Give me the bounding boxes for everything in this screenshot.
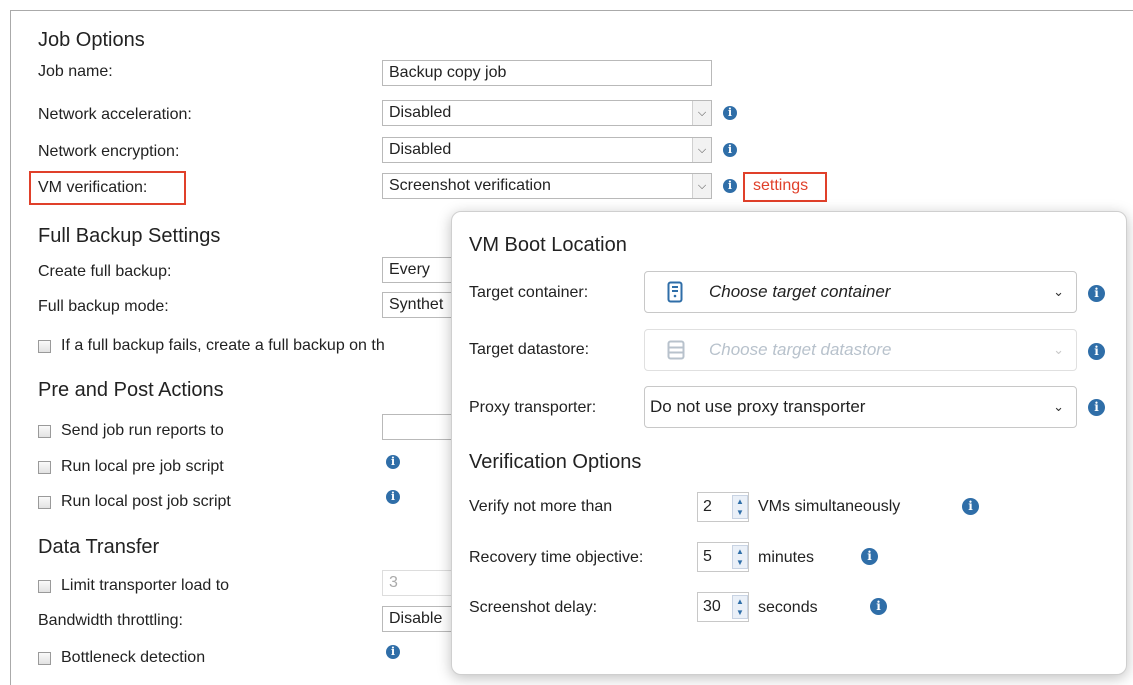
info-icon[interactable]: i [386,455,400,469]
vm-verification-value: Screenshot verification [389,177,551,194]
job-name-label: Job name: [38,63,113,80]
info-icon[interactable]: i [1088,343,1105,360]
chevron-down-icon: ⌵ [692,174,711,198]
vm-verification-select[interactable]: Screenshot verification ⌵ [382,173,712,199]
create-full-backup-label: Create full backup: [38,263,172,280]
proxy-transporter-select[interactable]: Do not use proxy transporter ⌄ [644,386,1077,428]
stepper-arrows-icon[interactable]: ▲ ▼ [732,595,748,619]
full-backup-fail-checkbox[interactable] [38,340,51,353]
full-backup-fail-label: If a full backup fails, create a full ba… [61,337,385,354]
rto-label: Recovery time objective: [469,549,644,566]
target-datastore-select[interactable]: Choose target datastore ⌄ [644,329,1077,371]
network-encryption-label: Network encryption: [38,143,180,160]
limit-load-checkbox[interactable] [38,580,51,593]
info-icon[interactable]: i [861,548,878,565]
screenshot-delay-value: 30 [703,598,721,615]
limit-load-input[interactable]: 3 [382,570,452,596]
verify-count-stepper[interactable]: 2 ▲ ▼ [697,492,749,522]
screenshot-delay-unit: seconds [758,599,818,616]
target-container-label: Target container: [469,284,589,301]
full-backup-mode-label: Full backup mode: [38,298,169,315]
proxy-transporter-value: Do not use proxy transporter [650,397,866,416]
network-acceleration-label: Network acceleration: [38,106,192,123]
proxy-transporter-label: Proxy transporter: [469,399,597,416]
info-icon[interactable]: i [1088,285,1105,302]
network-encryption-select[interactable]: Disabled ⌵ [382,137,712,163]
boot-location-title: VM Boot Location [469,234,627,256]
datastore-icon [667,340,685,360]
bandwidth-select[interactable]: Disable [382,606,452,632]
verify-unit: VMs simultaneously [758,498,901,515]
info-icon[interactable]: i [386,490,400,504]
send-reports-input[interactable] [382,414,452,440]
stepper-arrows-icon[interactable]: ▲ ▼ [732,545,748,569]
verification-options-title: Verification Options [469,451,642,473]
rto-stepper[interactable]: 5 ▲ ▼ [697,542,749,572]
info-icon[interactable]: i [723,106,737,120]
send-reports-checkbox[interactable] [38,425,51,438]
info-icon[interactable]: i [1088,399,1105,416]
target-datastore-placeholder: Choose target datastore [709,340,892,359]
rto-unit: minutes [758,549,815,566]
info-icon[interactable]: i [386,645,400,659]
target-container-select[interactable]: Choose target container ⌄ [644,271,1077,313]
verify-count-value: 2 [703,498,712,515]
chevron-down-icon: ⌵ [692,101,711,125]
full-backup-mode-select[interactable]: Synthet [382,292,452,318]
vm-verification-label: VM verification: [38,179,148,196]
data-transfer-title: Data Transfer [38,536,160,558]
job-options-title: Job Options [38,29,145,51]
bottleneck-label: Bottleneck detection [61,649,206,666]
bottleneck-checkbox[interactable] [38,652,51,665]
network-encryption-value: Disabled [389,141,452,158]
screenshot-delay-stepper[interactable]: 30 ▲ ▼ [697,592,749,622]
limit-load-label: Limit transporter load to [61,577,230,594]
pre-script-checkbox[interactable] [38,461,51,474]
bandwidth-label: Bandwidth throttling: [38,612,183,629]
info-icon[interactable]: i [723,179,737,193]
target-datastore-label: Target datastore: [469,341,590,358]
container-icon [667,281,683,303]
chevron-down-icon: ⌄ [1053,399,1064,414]
chevron-down-icon: ⌄ [1053,342,1064,357]
target-container-placeholder: Choose target container [709,282,891,301]
post-script-checkbox[interactable] [38,496,51,509]
stepper-arrows-icon[interactable]: ▲ ▼ [732,495,748,519]
pre-script-label: Run local pre job script [61,458,224,475]
post-script-label: Run local post job script [61,493,231,510]
network-acceleration-value: Disabled [389,104,452,121]
send-reports-label: Send job run reports to [61,422,224,439]
rto-value: 5 [703,548,712,565]
info-icon[interactable]: i [723,143,737,157]
chevron-down-icon: ⌄ [1053,284,1064,299]
info-icon[interactable]: i [962,498,979,515]
verify-label: Verify not more than [469,498,613,515]
vm-verification-settings-popup: VM Boot Location Target container: Choos… [451,211,1127,675]
pre-post-title: Pre and Post Actions [38,379,224,401]
create-full-backup-select[interactable]: Every [382,257,452,283]
screenshot-delay-label: Screenshot delay: [469,599,598,616]
chevron-down-icon: ⌵ [692,138,711,162]
settings-link[interactable]: settings [753,177,808,195]
info-icon[interactable]: i [870,598,887,615]
job-name-input[interactable]: Backup copy job [382,60,712,86]
network-acceleration-select[interactable]: Disabled ⌵ [382,100,712,126]
full-backup-title: Full Backup Settings [38,225,221,247]
